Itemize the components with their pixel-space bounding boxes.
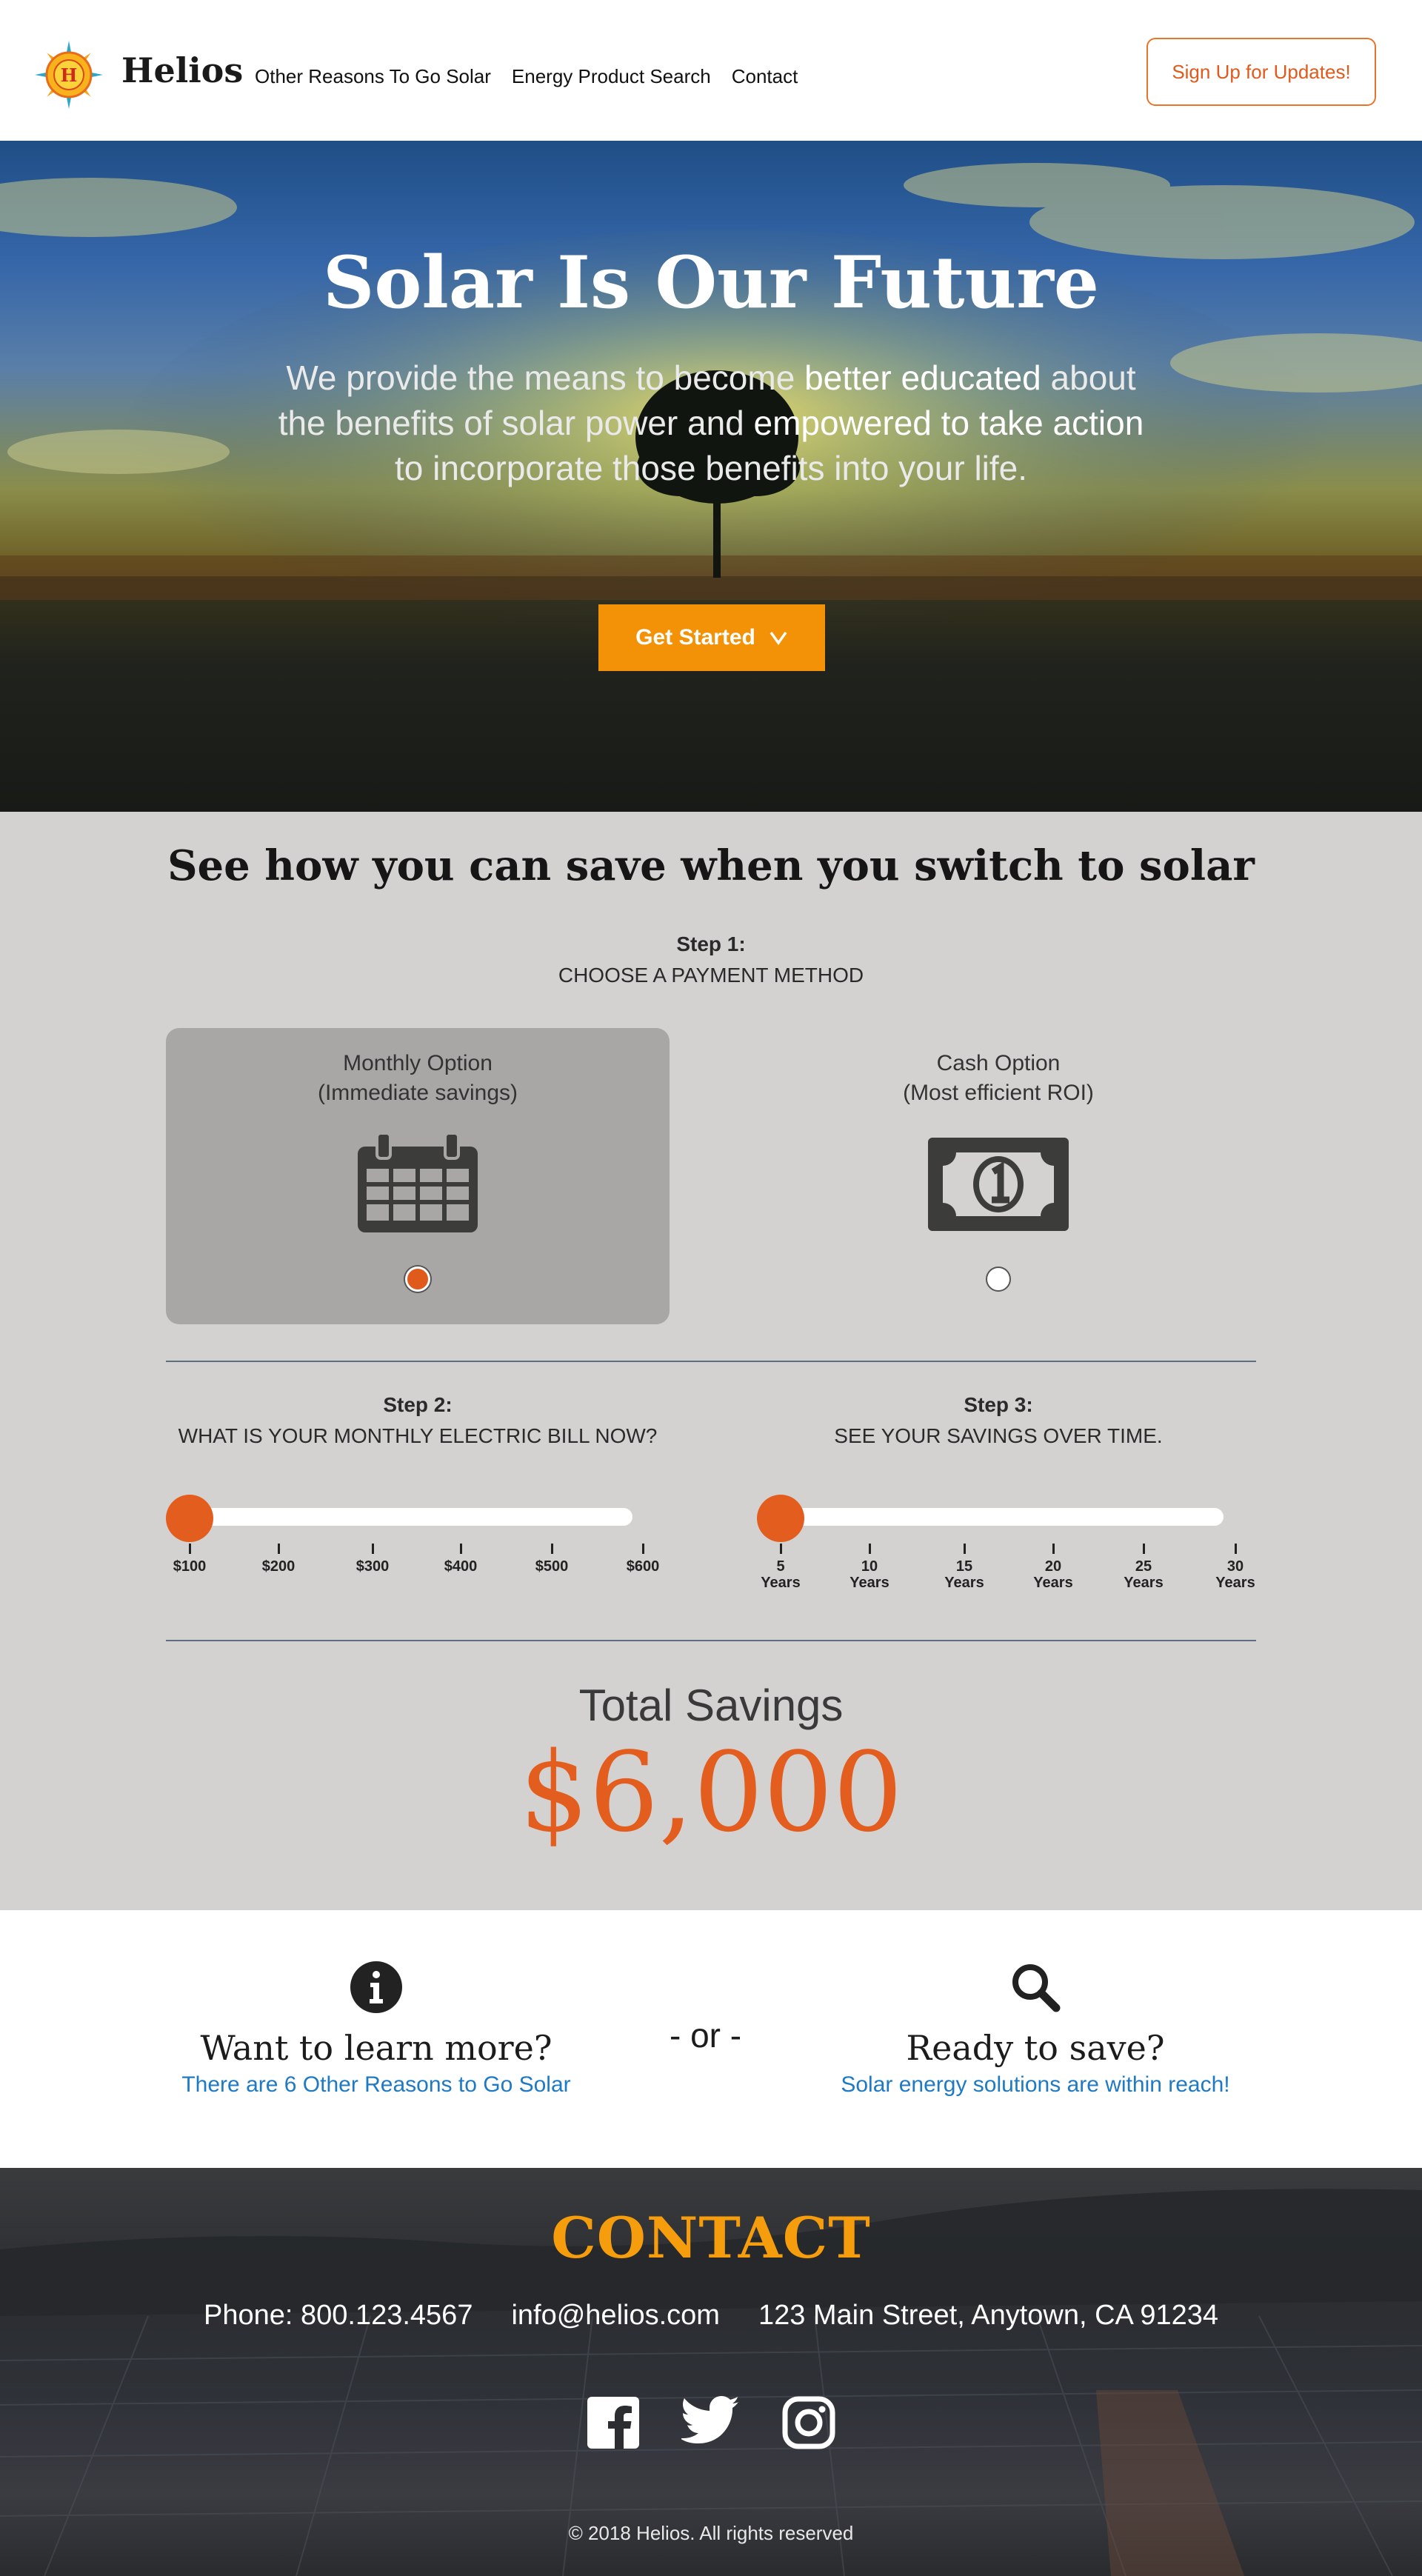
tick-label: $100 — [160, 1544, 219, 1575]
learn-more-block: Want to learn more? There are 6 Other Re… — [154, 1961, 598, 2098]
monthly-option-radio[interactable] — [405, 1267, 430, 1292]
tick-label: 15 Years — [935, 1544, 994, 1591]
hero-title: Solar Is Our Future — [323, 241, 1099, 324]
slider-handle[interactable] — [757, 1495, 804, 1542]
slider-track[interactable] — [181, 1508, 632, 1526]
divider — [166, 1640, 1256, 1641]
nav-link-contact[interactable]: Contact — [732, 65, 798, 88]
calculator-title: See how you can save when you switch to … — [167, 841, 1255, 890]
ready-to-save-block: Ready to save? Solar energy solutions ar… — [813, 1961, 1258, 2098]
hero-section: Solar Is Our Future We provide the means… — [0, 141, 1422, 812]
step3-label: Step 3: — [964, 1393, 1033, 1416]
facebook-icon[interactable] — [587, 2396, 640, 2449]
slider-handle[interactable] — [166, 1495, 213, 1542]
chevron-down-icon — [770, 631, 787, 645]
ready-to-save-title: Ready to save? — [906, 2028, 1165, 2068]
contact-footer: CONTACT Phone: 800.123.4567 info@helios.… — [0, 2168, 1422, 2576]
get-started-button[interactable]: Get Started — [598, 604, 825, 671]
helios-logo-icon[interactable]: H — [34, 40, 104, 110]
search-icon — [1012, 1964, 1061, 2012]
savings-years-ticks: 5 Years 10 Years 15 Years 20 Years 25 Years 3… — [757, 1544, 1255, 1603]
copyright: © 2018 Helios. All rights reserved — [568, 2522, 854, 2544]
money-bill-icon — [928, 1138, 1069, 1231]
total-savings-value: $6,000 — [519, 1729, 903, 1856]
monthly-option-label: Monthly Option (Immediate savings) — [317, 1051, 518, 1105]
next-steps-section: Want to learn more? There are 6 Other Re… — [0, 1910, 1422, 2168]
cash-option-radio[interactable] — [986, 1267, 1011, 1292]
contact-details: Phone: 800.123.4567 info@helios.com 123 … — [0, 2300, 1422, 2332]
twitter-icon[interactable] — [681, 2396, 741, 2446]
electric-bill-slider[interactable] — [166, 1495, 647, 1542]
step3-heading: SEE YOUR SAVINGS OVER TIME. — [834, 1424, 1163, 1447]
tick-label: $200 — [249, 1544, 308, 1575]
tick-label: 25 Years — [1114, 1544, 1173, 1591]
street-address: 123 Main Street, Anytown, CA 91234 — [758, 2300, 1218, 2331]
email-address[interactable]: info@helios.com — [511, 2300, 719, 2332]
tick-label: $400 — [431, 1544, 490, 1575]
total-savings-label: Total Savings — [578, 1681, 844, 1730]
cash-option-card[interactable]: Cash Option (Most efficient ROI) — [747, 1028, 1250, 1324]
site-header: H Helios Other Reasons To Go Solar Energ… — [0, 0, 1422, 141]
cash-option-label: Cash Option (Most efficient ROI) — [903, 1051, 1094, 1105]
hero-subtitle: We provide the means to become better ed… — [278, 358, 1144, 487]
solar-solutions-link[interactable]: Solar energy solutions are within reach! — [813, 2072, 1258, 2098]
instagram-icon[interactable] — [782, 2396, 835, 2449]
step3-header: Step 3: SEE YOUR SAVINGS OVER TIME. — [747, 1389, 1250, 1452]
tick-label: $500 — [522, 1544, 581, 1575]
phone-number[interactable]: Phone: 800.123.4567 — [204, 2300, 473, 2332]
step2-label: Step 2: — [383, 1393, 453, 1416]
social-links — [0, 2396, 1422, 2449]
tick-label: 20 Years — [1024, 1544, 1083, 1591]
main-nav: Other Reasons To Go Solar Energy Product… — [255, 65, 798, 88]
tick-label: 10 Years — [840, 1544, 899, 1591]
slider-track[interactable] — [772, 1508, 1224, 1526]
get-started-label: Get Started — [635, 625, 755, 650]
tick-label: 5 Years — [751, 1544, 810, 1591]
brand-name[interactable]: Helios — [121, 50, 243, 90]
electric-bill-ticks: $100 $200 $300 $400 $500 $600 — [166, 1544, 660, 1603]
calendar-icon — [358, 1132, 478, 1232]
nav-link-other-reasons[interactable]: Other Reasons To Go Solar — [255, 65, 491, 88]
tick-label: $300 — [343, 1544, 402, 1575]
tick-label: 30 Years — [1206, 1544, 1265, 1591]
monthly-option-card[interactable]: Monthly Option (Immediate savings) — [166, 1028, 670, 1324]
step2-heading: WHAT IS YOUR MONTHLY ELECTRIC BILL NOW? — [178, 1424, 658, 1447]
contact-title: CONTACT — [551, 2205, 871, 2271]
signup-button[interactable]: Sign Up for Updates! — [1146, 38, 1376, 106]
info-icon — [350, 1961, 402, 2013]
or-separator: - or - — [670, 2016, 742, 2055]
step1-heading: CHOOSE A PAYMENT METHOD — [558, 964, 864, 987]
svg-text:H: H — [61, 64, 78, 86]
learn-more-title: Want to learn more? — [200, 2028, 553, 2068]
step1-label: Step 1: — [676, 932, 746, 955]
savings-calculator: See how you can save when you switch to … — [0, 812, 1422, 1910]
nav-link-energy-product-search[interactable]: Energy Product Search — [512, 65, 711, 88]
other-reasons-link[interactable]: There are 6 Other Reasons to Go Solar — [154, 2072, 598, 2098]
step2-header: Step 2: WHAT IS YOUR MONTHLY ELECTRIC BI… — [166, 1389, 670, 1452]
savings-years-slider[interactable] — [757, 1495, 1238, 1542]
divider — [166, 1361, 1256, 1362]
step1-header: Step 1: CHOOSE A PAYMENT METHOD — [0, 929, 1422, 991]
tick-label: $600 — [613, 1544, 672, 1575]
